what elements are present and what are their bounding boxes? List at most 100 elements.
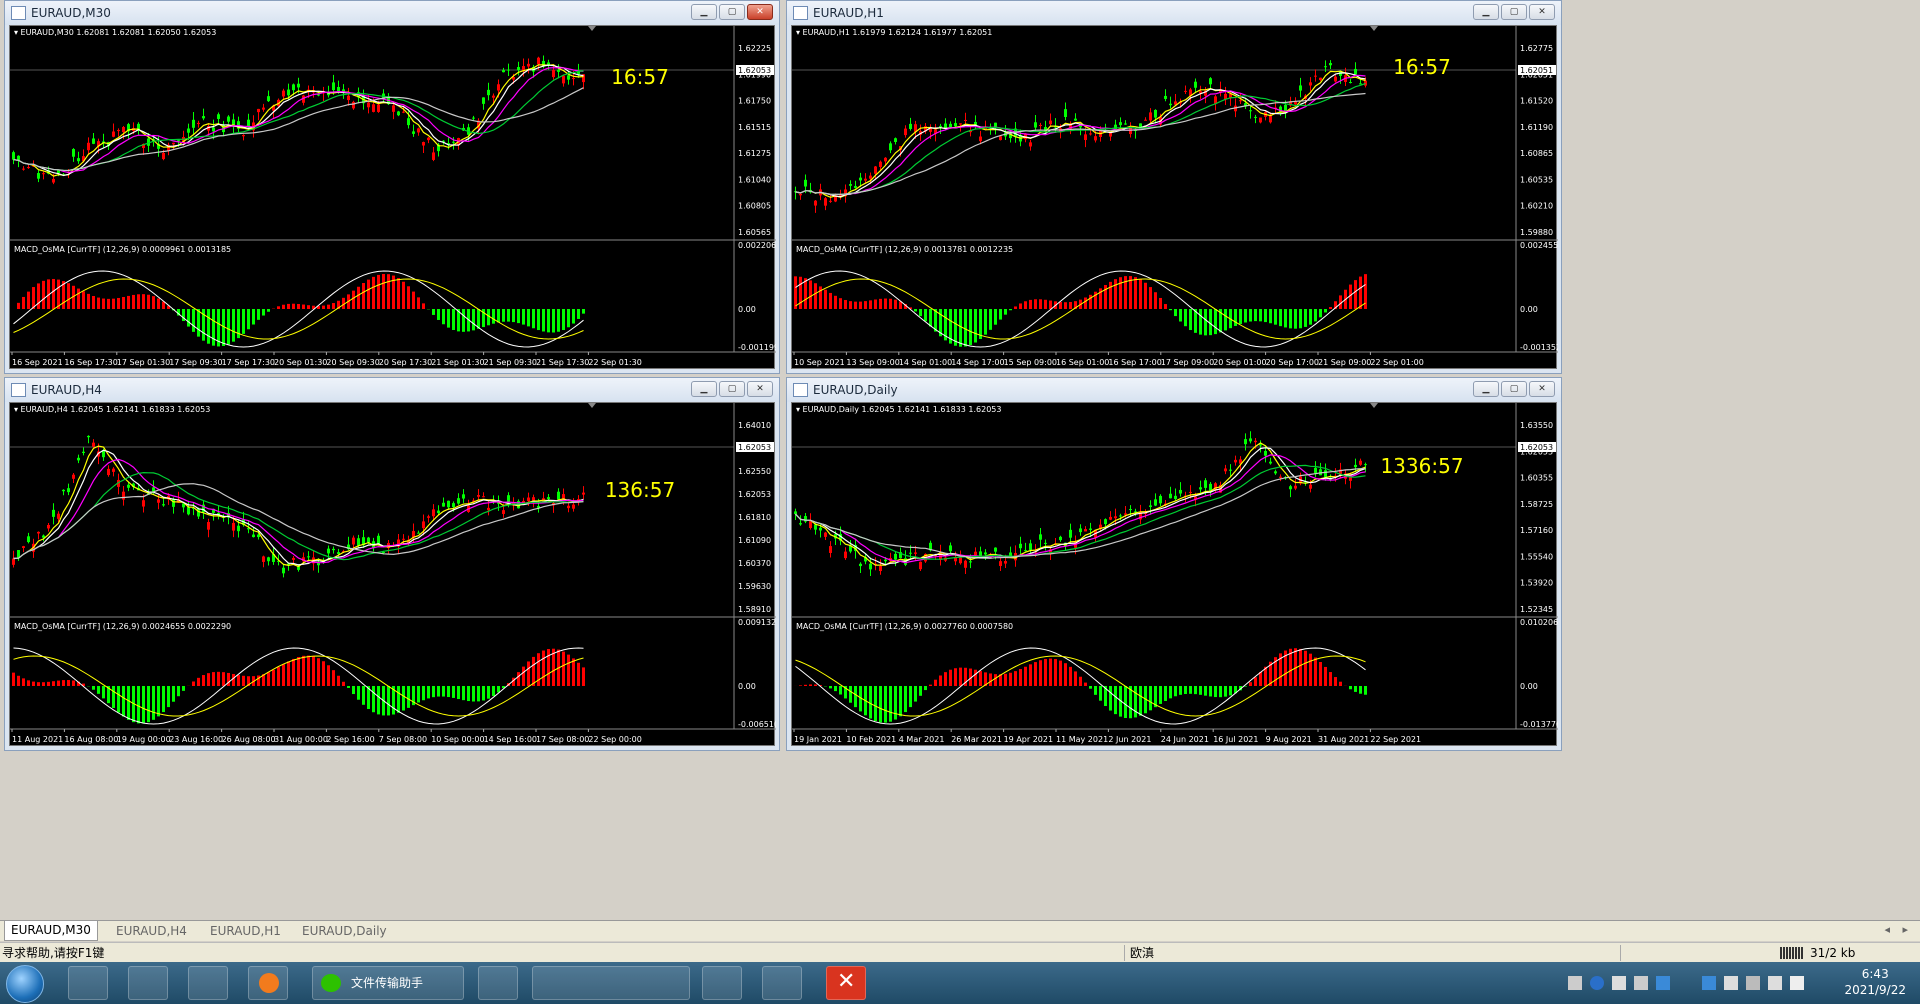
candle-body <box>1314 75 1317 77</box>
maximize-button[interactable]: ▢ <box>719 381 745 397</box>
tab-euraud-h1[interactable]: EURAUD,H1 <box>204 923 287 939</box>
tray-ime-icon[interactable] <box>1702 976 1716 990</box>
tab-euraud-m30[interactable]: EURAUD,M30 <box>4 921 98 941</box>
candle-body <box>874 166 877 174</box>
macd-histogram-bar <box>959 667 962 686</box>
candle-body <box>1154 109 1157 118</box>
tray-volume-icon[interactable] <box>1724 976 1738 990</box>
taskbar-app2-button[interactable] <box>762 966 802 1000</box>
minimize-button[interactable]: ▁ <box>691 4 717 20</box>
macd-histogram-bar <box>167 686 170 708</box>
price-chart-svg[interactable]: ▾ EURAUD,H1 1.61979 1.62124 1.61977 1.62… <box>792 26 1558 370</box>
start-button[interactable] <box>6 965 44 1003</box>
minimize-button[interactable]: ▁ <box>691 381 717 397</box>
taskbar-red-app-button[interactable]: ✕ <box>826 966 866 1000</box>
tab-scroll-right-icon[interactable]: ▸ <box>1902 923 1908 936</box>
macd-histogram-bar <box>1254 677 1257 686</box>
window-titlebar[interactable]: EURAUD,H1 ▁ ▢ ✕ <box>787 1 1561 25</box>
status-profile: 欧滇 <box>1130 946 1155 960</box>
macd-histogram-bar <box>132 294 135 309</box>
maximize-button[interactable]: ▢ <box>1501 4 1527 20</box>
candle-body <box>959 557 962 564</box>
tray-speaker-icon[interactable] <box>1768 976 1782 990</box>
macd-histogram-bar <box>342 681 345 686</box>
tab-scroll-left-icon[interactable]: ◂ <box>1884 923 1890 936</box>
macd-histogram-bar <box>989 673 992 686</box>
window-titlebar[interactable]: EURAUD,H4 ▁ ▢ ✕ <box>5 378 779 402</box>
time-tick-label: 21 Sep 09:00 <box>1318 358 1371 367</box>
tray-network-icon[interactable] <box>1634 976 1648 990</box>
macd-histogram-bar <box>42 280 45 309</box>
macd-histogram-bar <box>1224 686 1227 697</box>
minimize-button[interactable]: ▁ <box>1473 4 1499 20</box>
taskbar-window-button[interactable] <box>532 966 690 1000</box>
chart-area[interactable]: ▾ EURAUD,H4 1.62045 1.62141 1.61833 1.62… <box>9 402 776 747</box>
tray-signal-icon[interactable] <box>1790 976 1804 990</box>
price-chart-svg[interactable]: ▾ EURAUD,H4 1.62045 1.62141 1.61833 1.62… <box>10 403 776 747</box>
tab-euraud-h4[interactable]: EURAUD,H4 <box>110 923 193 939</box>
candle-body <box>317 94 320 96</box>
taskbar-desktop-button[interactable] <box>128 966 168 1000</box>
macd-histogram-bar <box>884 298 887 309</box>
candle-body <box>242 135 245 137</box>
candle-body <box>1269 461 1272 464</box>
maximize-button[interactable]: ▢ <box>719 4 745 20</box>
candle-body <box>367 537 370 543</box>
macd-histogram-bar <box>27 291 30 309</box>
macd-histogram-bar <box>572 658 575 686</box>
chart-window-h1[interactable]: EURAUD,H1 ▁ ▢ ✕ ▾ EURAUD,H1 1.61979 1.62… <box>786 0 1562 374</box>
price-chart-svg[interactable]: ▾ EURAUD,M30 1.62081 1.62081 1.62050 1.6… <box>10 26 776 370</box>
tray-usb-icon[interactable] <box>1612 976 1626 990</box>
macd-histogram-bar <box>1274 309 1277 325</box>
price-chart-svg[interactable]: ▾ EURAUD,Daily 1.62045 1.62141 1.61833 1… <box>792 403 1558 747</box>
chart-window-m30[interactable]: EURAUD,M30 ▁ ▢ ✕ ▾ EURAUD,M30 1.62081 1.… <box>4 0 780 374</box>
close-button[interactable]: ✕ <box>1529 4 1555 20</box>
taskbar-app-button[interactable] <box>188 966 228 1000</box>
macd-histogram-bar <box>959 309 962 347</box>
macd-histogram-bar <box>432 686 435 698</box>
macd-histogram-bar <box>984 309 987 335</box>
macd-histogram-bar <box>1074 671 1077 686</box>
tray-shield-icon[interactable] <box>1656 976 1670 990</box>
chart-window-h4[interactable]: EURAUD,H4 ▁ ▢ ✕ ▾ EURAUD,H4 1.62045 1.62… <box>4 377 780 751</box>
window-title: EURAUD,Daily <box>813 383 898 397</box>
macd-histogram-bar <box>1059 660 1062 686</box>
window-titlebar[interactable]: EURAUD,M30 ▁ ▢ ✕ <box>5 1 779 25</box>
taskbar-browser-button[interactable] <box>248 966 288 1000</box>
taskbar-wechat-button[interactable]: 文件传输助手 <box>312 966 464 1000</box>
price-tick-label: 1.62053 <box>738 490 771 499</box>
candle-body <box>954 557 957 562</box>
candle-body <box>437 510 440 514</box>
candle-body <box>402 111 405 113</box>
close-button[interactable]: ✕ <box>1529 381 1555 397</box>
close-button[interactable]: ✕ <box>747 4 773 20</box>
macd-histogram-bar <box>1039 299 1042 309</box>
taskbar-notes-button[interactable] <box>478 966 518 1000</box>
tray-power-icon[interactable] <box>1746 976 1760 990</box>
macd-histogram-bar <box>477 309 480 329</box>
chart-window-daily[interactable]: EURAUD,Daily ▁ ▢ ✕ ▾ EURAUD,Daily 1.6204… <box>786 377 1562 751</box>
macd-histogram-bar <box>97 686 100 694</box>
tab-euraud-daily[interactable]: EURAUD,Daily <box>296 923 393 939</box>
minimize-button[interactable]: ▁ <box>1473 381 1499 397</box>
chart-area[interactable]: ▾ EURAUD,H1 1.61979 1.62124 1.61977 1.62… <box>791 25 1558 370</box>
candle-body <box>92 138 95 144</box>
close-button[interactable]: ✕ <box>747 381 773 397</box>
maximize-button[interactable]: ▢ <box>1501 381 1527 397</box>
tray-keyboard-icon[interactable] <box>1568 976 1582 990</box>
macd-histogram-bar <box>1249 682 1252 686</box>
macd-histogram-bar <box>412 291 415 309</box>
taskbar-clock[interactable]: 6:43 2021/9/22 <box>1844 966 1906 998</box>
time-tick-label: 11 Aug 2021 <box>12 735 63 744</box>
chart-area[interactable]: ▾ EURAUD,M30 1.62081 1.62081 1.62050 1.6… <box>9 25 776 370</box>
tray-help-icon[interactable] <box>1590 976 1604 990</box>
candle-body <box>262 556 265 562</box>
price-tick-label: 1.60535 <box>1520 175 1553 184</box>
candle-body <box>1104 519 1107 525</box>
macd-histogram-bar <box>37 283 40 309</box>
chart-area[interactable]: ▾ EURAUD,Daily 1.62045 1.62141 1.61833 1… <box>791 402 1558 747</box>
taskbar-explorer-button[interactable] <box>68 966 108 1000</box>
macd-histogram-bar <box>1254 309 1257 322</box>
window-titlebar[interactable]: EURAUD,Daily ▁ ▢ ✕ <box>787 378 1561 402</box>
taskbar-metatrader-button[interactable] <box>702 966 742 1000</box>
